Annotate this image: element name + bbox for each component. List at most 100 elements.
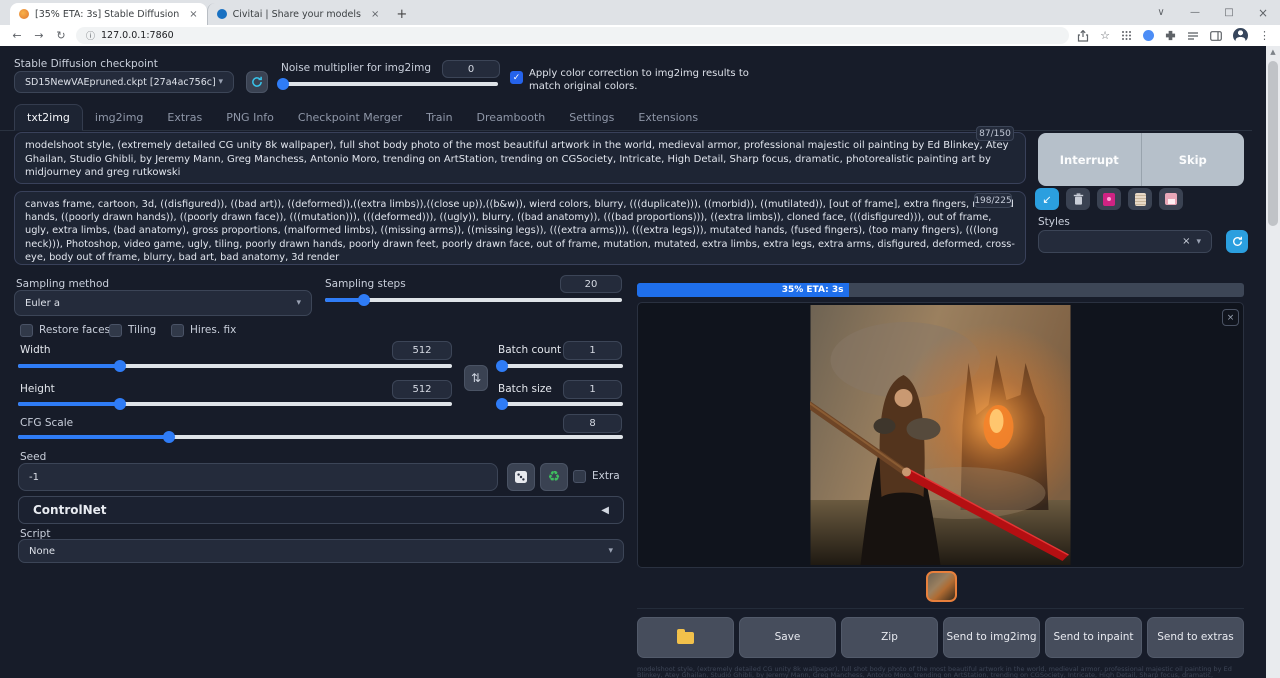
send-to-inpaint-button[interactable]: Send to inpaint — [1045, 617, 1142, 658]
width-value[interactable]: 512 — [392, 341, 452, 360]
chevron-down-icon: ▾ — [608, 546, 613, 556]
chrome-chevron-icon[interactable]: ∨ — [1144, 7, 1178, 18]
paste-generation-params-button[interactable]: ↙ — [1035, 188, 1059, 210]
tab-train[interactable]: Train — [414, 105, 464, 130]
batch-size-value[interactable]: 1 — [563, 380, 622, 399]
tab-png-info[interactable]: PNG Info — [214, 105, 286, 130]
gallery-thumbnail[interactable] — [926, 571, 957, 602]
styles-label: Styles — [1038, 216, 1070, 228]
batch-size-slider[interactable] — [498, 398, 623, 410]
progress-text: 35% ETA: 3s — [782, 285, 844, 295]
extension-blue-icon[interactable] — [1143, 30, 1154, 41]
color-correction-checkbox[interactable]: ✓ — [510, 71, 523, 84]
height-slider[interactable] — [18, 398, 452, 410]
reload-icon[interactable]: ↻ — [54, 29, 68, 42]
noise-multiplier-value[interactable]: 0 — [442, 60, 500, 78]
refresh-styles-button[interactable] — [1226, 230, 1248, 253]
close-preview-icon[interactable]: × — [1222, 309, 1239, 326]
maximize-button[interactable]: □ — [1212, 7, 1246, 18]
controlnet-accordion[interactable]: ControlNet ◀ — [18, 496, 624, 524]
tab-txt2img[interactable]: txt2img — [14, 104, 83, 131]
hires-fix-label: Hires. fix — [190, 324, 236, 336]
browser-menu-icon[interactable]: ⋮ — [1259, 29, 1270, 42]
clear-prompt-button[interactable] — [1066, 188, 1090, 210]
width-slider[interactable] — [18, 360, 452, 372]
restore-faces-checkbox[interactable] — [20, 324, 33, 337]
negative-prompt-textarea[interactable]: canvas frame, cartoon, 3d, ((disfigured)… — [14, 191, 1026, 265]
apps-grid-icon[interactable] — [1121, 30, 1132, 41]
browser-tab-civitai[interactable]: Civitai | Share your models × — [207, 3, 389, 25]
extra-networks-icon — [1103, 193, 1115, 206]
checkpoint-dropdown[interactable]: SD15NewVAEpruned.ckpt [27a4ac756c] ▾ — [14, 71, 234, 93]
swap-width-height-button[interactable]: ⇅ — [464, 365, 488, 391]
paste-arrow-icon: ↙ — [1042, 193, 1051, 206]
forward-icon[interactable]: → — [32, 29, 46, 42]
controlnet-label: ControlNet — [33, 503, 107, 517]
sampling-steps-value[interactable]: 20 — [560, 275, 622, 293]
new-tab-button[interactable]: + — [396, 3, 407, 25]
browser-window: [35% ETA: 3s] Stable Diffusion × Civitai… — [0, 0, 1280, 678]
chevron-down-icon: ▾ — [296, 298, 301, 308]
side-panel-icon[interactable] — [1210, 31, 1222, 41]
tab-settings[interactable]: Settings — [557, 105, 626, 130]
output-buttons: Save Zip Send to img2img Send to inpaint… — [637, 617, 1244, 658]
scrollbar-up-icon[interactable]: ▲ — [1266, 48, 1280, 56]
tab-close-icon[interactable]: × — [185, 9, 197, 20]
extra-seed-checkbox[interactable] — [573, 470, 586, 483]
seed-input[interactable]: -1 — [18, 463, 498, 491]
reuse-seed-button[interactable]: ♻ — [540, 463, 568, 491]
reading-list-icon[interactable] — [1187, 31, 1199, 41]
minimize-button[interactable]: — — [1178, 7, 1212, 18]
apply-style-button[interactable] — [1159, 188, 1183, 210]
send-to-img2img-button[interactable]: Send to img2img — [943, 617, 1040, 658]
profile-avatar[interactable] — [1233, 28, 1248, 43]
height-value[interactable]: 512 — [392, 380, 452, 399]
url-field[interactable]: ⓘ 127.0.0.1:7860 — [76, 27, 1069, 44]
folder-icon — [677, 632, 694, 644]
generated-image[interactable] — [810, 305, 1071, 565]
main-tab-bar: txt2img img2img Extras PNG Info Checkpoi… — [0, 104, 1252, 131]
save-style-button[interactable] — [1128, 188, 1152, 210]
tab-img2img[interactable]: img2img — [83, 105, 156, 130]
tab-extensions[interactable]: Extensions — [626, 105, 710, 130]
tiling-checkbox[interactable] — [109, 324, 122, 337]
browser-tab-stable-diffusion[interactable]: [35% ETA: 3s] Stable Diffusion × — [10, 3, 207, 25]
share-icon[interactable] — [1077, 30, 1089, 42]
sampling-method-dropdown[interactable]: Euler a ▾ — [14, 290, 312, 316]
script-dropdown[interactable]: None ▾ — [18, 539, 624, 563]
clear-styles-icon[interactable]: × — [1182, 236, 1190, 247]
noise-multiplier-slider[interactable] — [281, 78, 498, 90]
tab-checkpoint-merger[interactable]: Checkpoint Merger — [286, 105, 414, 130]
scrollbar-thumb[interactable] — [1268, 61, 1278, 226]
prompt-token-counter: 87/150 — [976, 126, 1014, 141]
tab-close-icon[interactable]: × — [367, 9, 379, 20]
site-info-icon[interactable]: ⓘ — [86, 29, 95, 42]
batch-count-slider[interactable] — [498, 360, 623, 372]
extensions-puzzle-icon[interactable] — [1165, 30, 1176, 41]
sampling-method-value: Euler a — [25, 298, 60, 309]
tab-extras[interactable]: Extras — [155, 105, 214, 130]
seed-label: Seed — [20, 451, 46, 463]
save-button[interactable]: Save — [739, 617, 836, 658]
negative-prompt-token-counter: 198/225 — [974, 193, 1012, 208]
zip-button[interactable]: Zip — [841, 617, 938, 658]
page-scrollbar[interactable]: ▲ — [1266, 46, 1280, 678]
sampling-steps-slider[interactable] — [325, 294, 622, 306]
open-folder-button[interactable] — [637, 617, 734, 658]
send-to-extras-button[interactable]: Send to extras — [1147, 617, 1244, 658]
close-window-button[interactable]: × — [1246, 6, 1280, 20]
random-seed-button[interactable] — [507, 463, 535, 491]
batch-count-label: Batch count — [498, 344, 561, 356]
interrupt-button[interactable]: Interrupt — [1038, 133, 1141, 186]
batch-count-value[interactable]: 1 — [563, 341, 622, 360]
bookmark-star-icon[interactable]: ☆ — [1100, 29, 1110, 42]
cfg-scale-slider[interactable] — [18, 431, 623, 443]
back-icon[interactable]: ← — [10, 29, 24, 42]
skip-button[interactable]: Skip — [1142, 133, 1245, 186]
styles-dropdown[interactable]: × ▾ — [1038, 230, 1212, 253]
tab-dreambooth[interactable]: Dreambooth — [465, 105, 558, 130]
refresh-checkpoint-button[interactable] — [246, 71, 268, 93]
hires-fix-checkbox[interactable] — [171, 324, 184, 337]
prompt-textarea[interactable]: modelshoot style, (extremely detailed CG… — [14, 132, 1026, 184]
extra-networks-button[interactable] — [1097, 188, 1121, 210]
